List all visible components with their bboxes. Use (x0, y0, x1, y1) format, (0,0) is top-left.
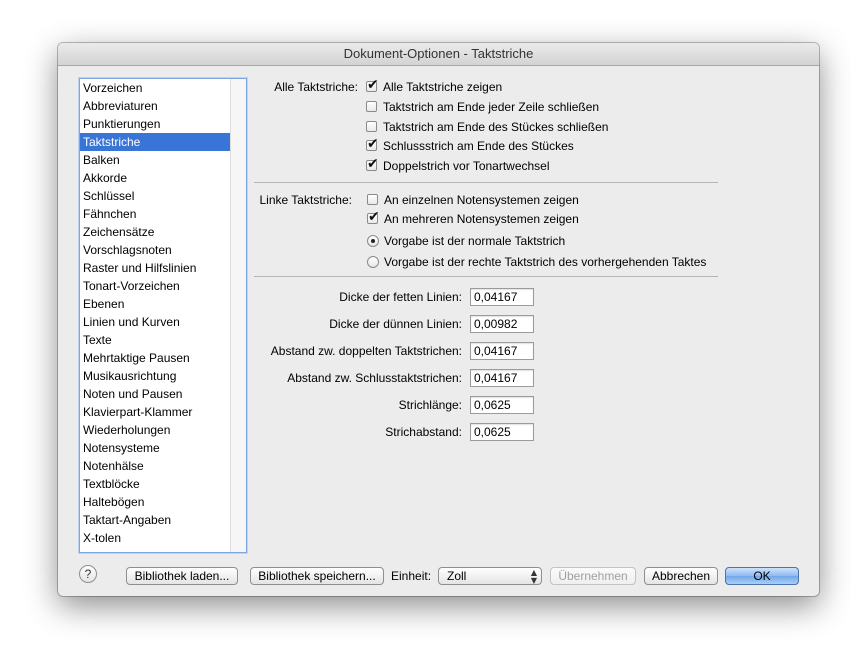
sidebar-item[interactable]: Vorzeichen (80, 79, 230, 97)
unit-value: Zoll (447, 569, 467, 583)
sidebar-item[interactable]: Vorschlagsnoten (80, 241, 230, 259)
checkbox-alle-zeigen[interactable]: ✔ (366, 77, 379, 93)
apply-button[interactable]: Übernehmen (550, 567, 636, 585)
strichabstand-field[interactable] (470, 423, 534, 441)
linke-taktstriche-label: Linke Taktstriche: (259, 193, 353, 207)
sidebar-item[interactable]: Klavierpart-Klammer (80, 403, 230, 421)
sidebar-item[interactable]: Taktstriche (80, 133, 230, 151)
checkbox-einzelne-systeme[interactable] (367, 194, 378, 205)
option-label[interactable]: Taktstrich am Ende jeder Zeile schließen (383, 100, 599, 114)
sidebar-item[interactable]: Linien und Kurven (80, 313, 230, 331)
option-label[interactable]: Schlussstrich am Ende des Stückes (383, 139, 574, 153)
radio-rechter-taktstrich[interactable] (367, 256, 379, 268)
select-arrows-icon: ▲ ▼ (530, 568, 537, 585)
sidebar-item[interactable]: Tonart-Vorzeichen (80, 277, 230, 295)
help-button[interactable]: ? (79, 565, 97, 583)
sidebar-item[interactable]: Haltebögen (80, 493, 230, 511)
sidebar-item[interactable]: Akkorde (80, 169, 230, 187)
window-title: Dokument-Optionen - Taktstriche (58, 43, 819, 66)
field-label: Strichlänge: (398, 398, 462, 412)
sidebar-item[interactable]: Musikausrichtung (80, 367, 230, 385)
sidebar-item[interactable]: Punktierungen (80, 115, 230, 133)
checkbox-mehrere-systeme[interactable]: ✔ (367, 209, 380, 225)
list-scrollbar[interactable] (230, 79, 246, 552)
option-label[interactable]: Taktstrich am Ende des Stückes schließen (383, 120, 608, 134)
sidebar-item[interactable]: Raster und Hilfslinien (80, 259, 230, 277)
sidebar-item[interactable]: Mehrtaktige Pausen (80, 349, 230, 367)
field-label: Abstand zw. Schlusstaktstrichen: (287, 371, 462, 385)
field-label: Dicke der fetten Linien: (339, 290, 462, 304)
sidebar-item[interactable]: Texte (80, 331, 230, 349)
section-divider (254, 276, 718, 277)
load-library-button[interactable]: Bibliothek laden... (126, 567, 238, 585)
sidebar-item[interactable]: Textblöcke (80, 475, 230, 493)
sidebar-item[interactable]: Wiederholungen (80, 421, 230, 439)
unit-select[interactable]: Zoll ▲ ▼ (438, 567, 542, 585)
cancel-button[interactable]: Abbrechen (644, 567, 718, 585)
field-label: Strichabstand: (385, 425, 462, 439)
sidebar-item[interactable]: X-tolen (80, 529, 230, 547)
sidebar-item[interactable]: Notenhälse (80, 457, 230, 475)
checkmark-icon: ✔ (368, 209, 380, 225)
radio-dot (371, 239, 375, 243)
category-list[interactable]: Vorzeichen Abbreviaturen Punktierungen Takt… (79, 78, 247, 553)
checkbox-doppelstrich[interactable]: ✔ (366, 156, 379, 172)
sidebar-item[interactable]: Taktart-Angaben (80, 511, 230, 529)
checkmark-icon: ✔ (367, 77, 379, 93)
sidebar-item[interactable]: Ebenen (80, 295, 230, 313)
option-label[interactable]: An einzelnen Notensystemen zeigen (384, 193, 579, 207)
option-label[interactable]: Alle Taktstriche zeigen (383, 80, 502, 94)
sidebar-item[interactable]: Fähnchen (80, 205, 230, 223)
sidebar-item[interactable]: Zeichensätze (80, 223, 230, 241)
dialog-window: Dokument-Optionen - Taktstriche Vorzeich… (58, 43, 819, 596)
fette-linien-field[interactable] (470, 288, 534, 306)
sidebar-item[interactable]: Notensysteme (80, 439, 230, 457)
field-label: Dicke der dünnen Linien: (329, 317, 462, 331)
checkbox-zeile-schliessen[interactable] (366, 101, 377, 112)
checkmark-icon: ✔ (367, 136, 379, 152)
sidebar-item[interactable]: Schlüssel (80, 187, 230, 205)
strichlaenge-field[interactable] (470, 396, 534, 414)
radio-label[interactable]: Vorgabe ist der rechte Taktstrich des vo… (384, 255, 706, 269)
radio-label[interactable]: Vorgabe ist der normale Taktstrich (384, 234, 565, 248)
sidebar-item[interactable]: Abbreviaturen (80, 97, 230, 115)
duenne-linien-field[interactable] (470, 315, 534, 333)
ok-button[interactable]: OK (725, 567, 799, 585)
save-library-button[interactable]: Bibliothek speichern... (250, 567, 384, 585)
section-divider (254, 182, 718, 183)
checkbox-stueck-schliessen[interactable] (366, 121, 377, 132)
option-label[interactable]: Doppelstrich vor Tonartwechsel (383, 159, 550, 173)
alle-taktstriche-label: Alle Taktstriche: (274, 80, 358, 94)
abstand-doppelt-field[interactable] (470, 342, 534, 360)
sidebar-item[interactable]: Noten und Pausen (80, 385, 230, 403)
checkmark-icon: ✔ (367, 156, 379, 172)
abstand-schluss-field[interactable] (470, 369, 534, 387)
unit-label: Einheit: (391, 569, 432, 583)
field-label: Abstand zw. doppelten Taktstrichen: (270, 344, 462, 358)
sidebar-item[interactable]: Balken (80, 151, 230, 169)
checkbox-schlussstrich[interactable]: ✔ (366, 136, 379, 152)
radio-normaler-taktstrich[interactable] (367, 235, 379, 247)
option-label[interactable]: An mehreren Notensystemen zeigen (384, 212, 579, 226)
